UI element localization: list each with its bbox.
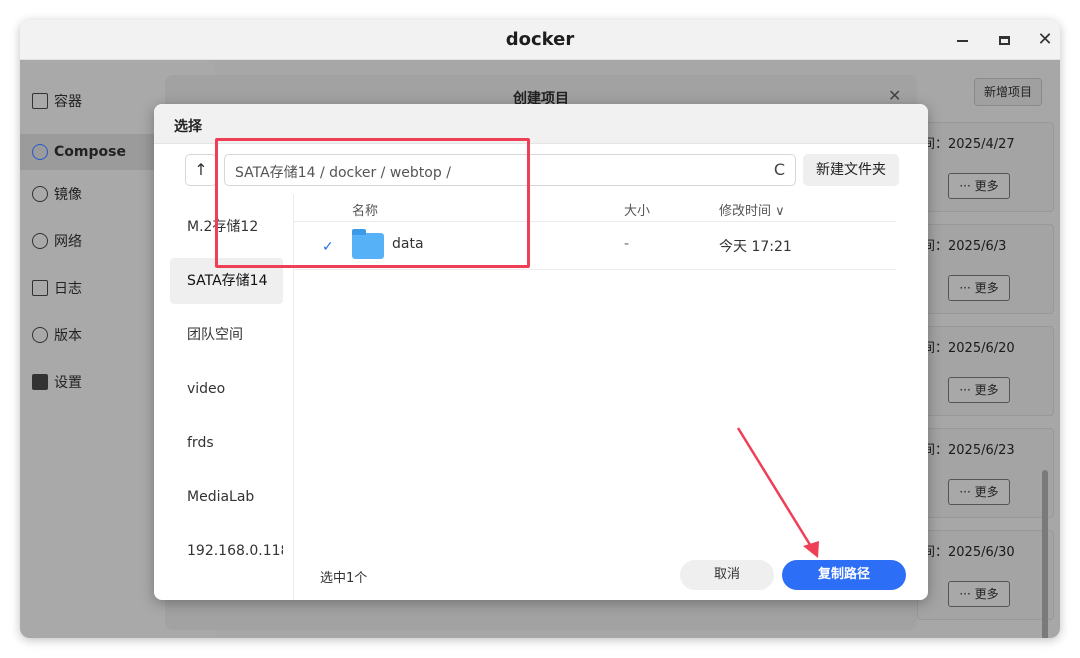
close-icon[interactable]: ✕	[888, 86, 901, 105]
more-button[interactable]: ··· 更多	[948, 581, 1010, 607]
copy-path-button[interactable]: 复制路径	[782, 560, 906, 590]
sidebar-item-label: 容器	[54, 94, 82, 110]
location-item[interactable]: MediaLab	[170, 474, 283, 520]
info-icon	[32, 327, 48, 343]
file-modified: 今天 17:21	[719, 239, 792, 255]
sidebar-item-logs[interactable]: 日志	[32, 275, 82, 301]
more-button[interactable]: ··· 更多	[948, 479, 1010, 505]
project-date: 间：2025/4/27	[922, 137, 1015, 152]
sidebar-item-label: 日志	[54, 281, 82, 297]
sidebar-item-label: 版本	[54, 328, 82, 344]
close-window-button[interactable]: ✕	[1033, 28, 1057, 52]
project-date: 间：2025/6/30	[922, 545, 1015, 560]
new-folder-button[interactable]: 新建文件夹	[803, 154, 899, 186]
refresh-icon[interactable]: C	[774, 160, 785, 179]
sidebar-item-settings[interactable]: 设置	[32, 369, 82, 395]
up-directory-button[interactable]: ↑	[185, 154, 217, 186]
sidebar-item-containers[interactable]: 容器	[32, 88, 82, 114]
dialog-title: 选择	[174, 119, 202, 135]
location-item[interactable]: frds	[170, 420, 283, 466]
compose-icon	[32, 144, 48, 160]
more-button[interactable]: ··· 更多	[948, 275, 1010, 301]
add-project-button[interactable]: 新增项目	[974, 78, 1042, 106]
project-date: 间：2025/6/20	[922, 341, 1015, 356]
project-card: 间：2025/4/27 ··· 更多	[917, 122, 1054, 212]
title-bar: docker ✕	[20, 20, 1060, 60]
maximize-button[interactable]	[992, 28, 1016, 52]
sidebar-item-version[interactable]: 版本	[32, 322, 82, 348]
file-size: -	[624, 236, 630, 252]
minimize-button[interactable]	[950, 28, 974, 52]
sidebar-item-label: 设置	[54, 375, 82, 391]
location-item[interactable]: 192.168.0.118@	[170, 528, 283, 574]
image-icon	[32, 186, 48, 202]
sidebar-item-images[interactable]: 镜像	[32, 181, 82, 207]
maximize-icon	[998, 36, 1010, 45]
sidebar-item-network[interactable]: 网络	[32, 228, 82, 254]
sidebar-item-label: Compose	[54, 144, 126, 160]
minimize-icon	[956, 39, 968, 42]
project-card: 间：2025/6/20 ··· 更多	[917, 326, 1054, 416]
arrow-up-icon: ↑	[194, 160, 208, 179]
project-card: 间：2025/6/30 ··· 更多	[917, 530, 1054, 620]
project-date: 间：2025/6/3	[922, 239, 1007, 254]
sidebar-item-label: 镜像	[54, 187, 82, 203]
log-icon	[32, 280, 48, 296]
gear-icon	[32, 374, 48, 390]
location-item[interactable]: video	[170, 366, 283, 412]
project-date: 间：2025/6/23	[922, 443, 1015, 458]
globe-icon	[32, 233, 48, 249]
scrollbar[interactable]	[1042, 470, 1048, 638]
close-icon: ✕	[1037, 29, 1053, 50]
selected-count: 选中1个	[320, 571, 368, 586]
sidebar-item-label: 网络	[54, 234, 82, 250]
cancel-button[interactable]: 取消	[680, 560, 774, 590]
more-button[interactable]: ··· 更多	[948, 377, 1010, 403]
more-button[interactable]: ··· 更多	[948, 173, 1010, 199]
layers-icon	[32, 93, 48, 109]
project-card: 间：2025/6/23 ··· 更多	[917, 428, 1054, 518]
project-card: 间：2025/6/3 ··· 更多	[917, 224, 1054, 314]
window-title: docker	[505, 29, 575, 50]
column-modified[interactable]: 修改时间 ∨	[719, 200, 785, 219]
location-item[interactable]: 团队空间	[170, 312, 283, 358]
annotation-highlight-box	[215, 138, 530, 268]
column-size[interactable]: 大小	[624, 200, 650, 219]
